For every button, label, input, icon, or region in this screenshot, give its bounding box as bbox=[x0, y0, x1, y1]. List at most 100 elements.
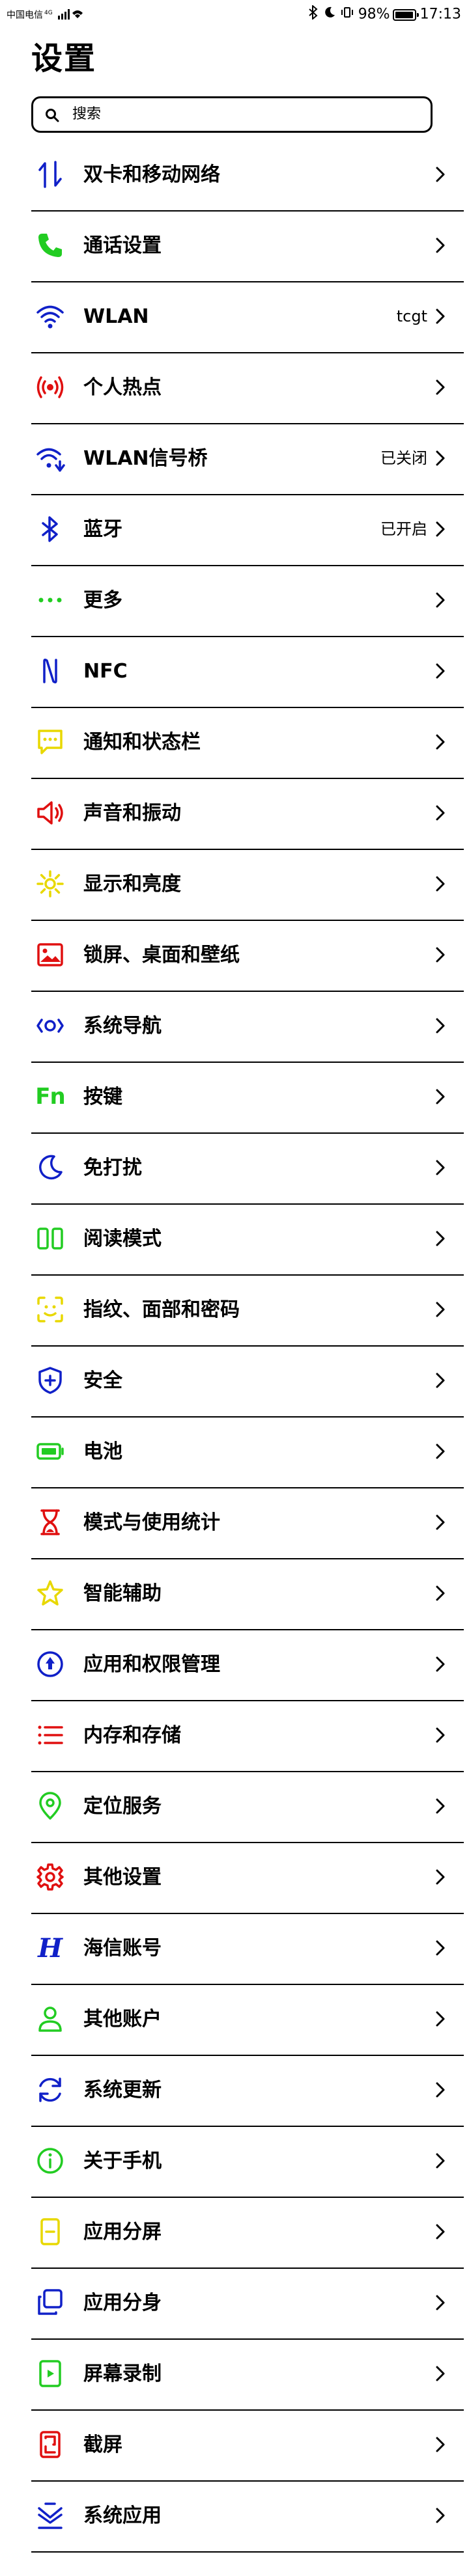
reading-mode-icon bbox=[35, 1224, 65, 1254]
search-input[interactable]: 搜索 bbox=[31, 96, 433, 133]
settings-item-label: 蓝牙 bbox=[83, 518, 122, 541]
app-permission-icon bbox=[35, 1649, 65, 1679]
settings-item-label: 声音和振动 bbox=[83, 802, 181, 825]
chevron-right-icon bbox=[436, 167, 445, 182]
settings-item-label: 关于手机 bbox=[83, 2150, 162, 2172]
chevron-right-icon bbox=[436, 2366, 445, 2381]
user-icon bbox=[35, 2004, 65, 2034]
chevron-right-icon bbox=[436, 1302, 445, 1317]
notification-icon bbox=[35, 727, 65, 757]
settings-item[interactable]: 锁屏、桌面和壁纸 bbox=[31, 921, 464, 992]
face-scan-icon bbox=[35, 1295, 65, 1324]
settings-item[interactable]: 安全 bbox=[31, 1347, 464, 1418]
settings-item[interactable]: 双卡和移动网络 bbox=[31, 141, 464, 212]
settings-item[interactable]: 个人热点 bbox=[31, 353, 464, 424]
chevron-right-icon bbox=[436, 1656, 445, 1672]
chevron-right-icon bbox=[436, 379, 445, 395]
settings-item[interactable]: 截屏 bbox=[31, 2411, 464, 2482]
settings-item[interactable]: 其他设置 bbox=[31, 1843, 464, 1914]
moon-icon bbox=[35, 1153, 65, 1183]
chevron-right-icon bbox=[436, 592, 445, 608]
settings-item[interactable]: 模式与使用统计 bbox=[31, 1488, 464, 1559]
wallpaper-icon bbox=[35, 940, 65, 970]
app-clone-icon bbox=[35, 2288, 65, 2318]
chevron-right-icon bbox=[436, 2153, 445, 2169]
chevron-right-icon bbox=[436, 1160, 445, 1175]
chevron-right-icon bbox=[436, 1798, 445, 1814]
wifi-bridge-icon bbox=[35, 443, 65, 473]
settings-item[interactable]: 定位服务 bbox=[31, 1772, 464, 1843]
settings-item[interactable]: 通话设置 bbox=[31, 212, 464, 282]
settings-item-label: 电池 bbox=[83, 1440, 122, 1463]
chevron-right-icon bbox=[436, 2224, 445, 2240]
battery-icon bbox=[35, 1436, 65, 1466]
settings-item-label: 个人热点 bbox=[83, 376, 162, 399]
settings-item[interactable]: H 海信账号 bbox=[31, 1914, 464, 1985]
chevron-right-icon bbox=[436, 1869, 445, 1885]
chevron-right-icon bbox=[436, 1585, 445, 1601]
settings-item[interactable]: WLAN tcgt bbox=[31, 282, 464, 353]
settings-item-label: 显示和亮度 bbox=[83, 873, 181, 896]
settings-item[interactable]: 声音和振动 bbox=[31, 779, 464, 850]
settings-item-label: 指纹、面部和密码 bbox=[83, 1298, 240, 1321]
chevron-right-icon bbox=[436, 663, 445, 679]
settings-item[interactable]: 其他账户 bbox=[31, 1985, 464, 2056]
phone-icon bbox=[35, 230, 65, 260]
settings-item-label: 内存和存储 bbox=[83, 1724, 181, 1747]
hourglass-icon bbox=[35, 1507, 65, 1537]
bluetooth-icon bbox=[35, 514, 65, 544]
settings-item-label: 通话设置 bbox=[83, 234, 162, 257]
settings-item[interactable]: 显示和亮度 bbox=[31, 850, 464, 921]
settings-item-label: 应用分身 bbox=[83, 2292, 162, 2314]
settings-item[interactable]: 屏幕录制 bbox=[31, 2340, 464, 2411]
settings-item[interactable]: 系统导航 bbox=[31, 992, 464, 1063]
hotspot-icon bbox=[35, 372, 65, 402]
settings-item[interactable]: WLAN信号桥 已关闭 bbox=[31, 424, 464, 495]
settings-item[interactable]: 通知和状态栏 bbox=[31, 708, 464, 779]
settings-item[interactable]: NFC bbox=[31, 637, 464, 708]
settings-item[interactable]: 免打扰 bbox=[31, 1134, 464, 1205]
settings-item-label: NFC bbox=[83, 660, 128, 683]
settings-item[interactable]: Fn 按键 bbox=[31, 1063, 464, 1134]
settings-item[interactable]: 应用分身 bbox=[31, 2269, 464, 2340]
chevron-right-icon bbox=[436, 2508, 445, 2523]
settings-item[interactable]: 内存和存储 bbox=[31, 1701, 464, 1772]
settings-item[interactable]: 关于手机 bbox=[31, 2127, 464, 2198]
settings-item[interactable]: 蓝牙 已开启 bbox=[31, 495, 464, 566]
settings-item[interactable]: 系统更新 bbox=[31, 2056, 464, 2127]
settings-item-label: 其他账户 bbox=[83, 2008, 162, 2031]
settings-item-label: 截屏 bbox=[83, 2433, 122, 2456]
settings-item-label: 系统更新 bbox=[83, 2079, 162, 2102]
status-bar: 中国电信 4G 98% 17:13 bbox=[0, 0, 469, 29]
settings-item[interactable]: 电池 bbox=[31, 1418, 464, 1488]
dual-sim-arrows-icon bbox=[35, 159, 65, 189]
settings-item[interactable]: 更多 bbox=[31, 566, 464, 637]
chevron-right-icon bbox=[436, 1514, 445, 1530]
more-dots-icon bbox=[35, 585, 65, 615]
settings-item[interactable]: 应用分屏 bbox=[31, 2198, 464, 2269]
settings-item[interactable]: 系统应用 bbox=[31, 2482, 464, 2553]
clock-time: 17:13 bbox=[419, 6, 461, 23]
settings-item[interactable]: 阅读模式 bbox=[31, 1205, 464, 1276]
settings-item[interactable]: 应用和权限管理 bbox=[31, 1630, 464, 1701]
chevron-right-icon bbox=[436, 308, 445, 324]
settings-item[interactable]: 指纹、面部和密码 bbox=[31, 1276, 464, 1347]
chevron-right-icon bbox=[436, 238, 445, 253]
settings-item-label: 系统导航 bbox=[83, 1015, 162, 1037]
settings-item-label: 系统应用 bbox=[83, 2504, 162, 2527]
settings-item-label: 按键 bbox=[83, 1086, 122, 1108]
screen-record-icon bbox=[35, 2359, 65, 2389]
chevron-right-icon bbox=[436, 521, 445, 537]
settings-item[interactable]: 智能辅助 bbox=[31, 1559, 464, 1630]
chevron-right-icon bbox=[436, 1444, 445, 1459]
settings-item-label: 应用分屏 bbox=[83, 2221, 162, 2243]
chevron-right-icon bbox=[436, 450, 445, 466]
vibrate-status-icon bbox=[341, 7, 358, 23]
chevron-right-icon bbox=[436, 2295, 445, 2310]
chevron-right-icon bbox=[436, 1373, 445, 1388]
navigation-icon bbox=[35, 1011, 65, 1041]
brightness-icon bbox=[35, 869, 65, 899]
chevron-right-icon bbox=[436, 805, 445, 821]
settings-item-label: 双卡和移动网络 bbox=[83, 163, 220, 186]
chevron-right-icon bbox=[436, 1231, 445, 1246]
